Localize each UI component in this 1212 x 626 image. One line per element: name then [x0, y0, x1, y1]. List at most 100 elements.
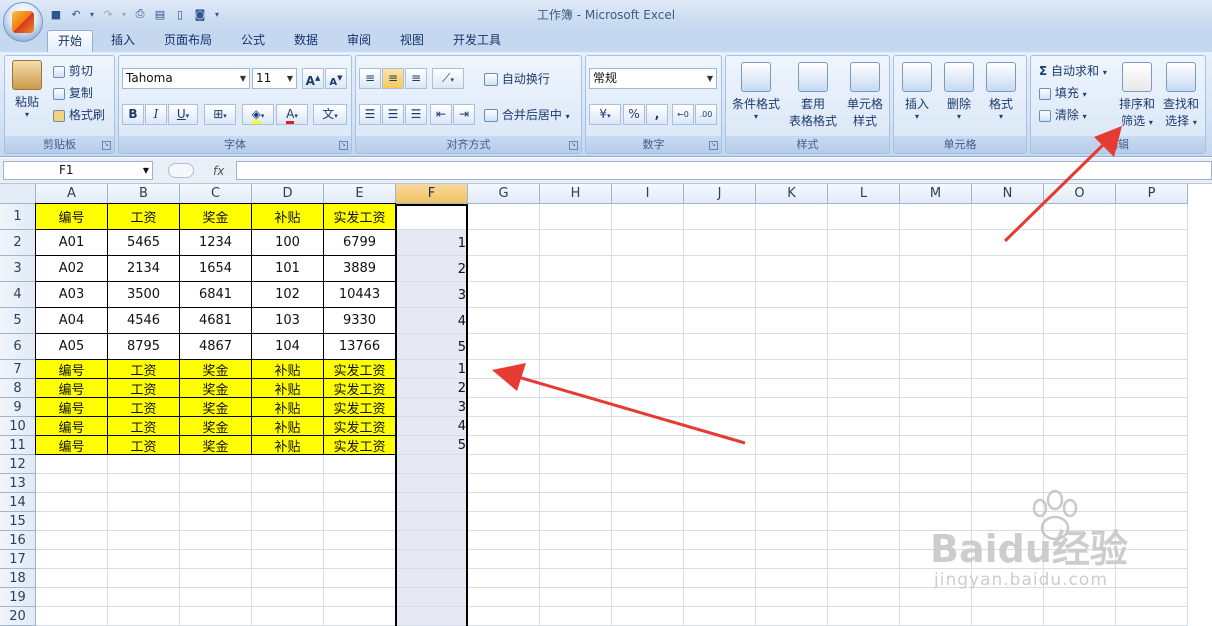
cell-d4[interactable]: 102	[252, 282, 324, 308]
find-select-button[interactable]: 查找和 选择 ▾	[1161, 62, 1201, 129]
cell-e2[interactable]: 6799	[324, 230, 396, 256]
expand-icon[interactable]	[167, 163, 194, 178]
row-header-6[interactable]: 6	[0, 334, 36, 360]
cell-d2[interactable]: 100	[252, 230, 324, 256]
cell-b2[interactable]: 5465	[108, 230, 180, 256]
increase-decimal-button[interactable]: ←0	[672, 104, 694, 125]
row-header-18[interactable]: 18	[0, 569, 36, 588]
decrease-indent-button[interactable]: ⇤	[430, 104, 452, 125]
delete-cells-button[interactable]: 删除 ▾	[940, 62, 978, 121]
cell-c5[interactable]: 4681	[180, 308, 252, 334]
row-header-4[interactable]: 4	[0, 282, 36, 308]
accounting-format-button[interactable]: ¥▾	[589, 104, 621, 125]
format-painter-button[interactable]: 格式刷	[53, 106, 105, 123]
cell-c3[interactable]: 1654	[180, 256, 252, 282]
cell-c9[interactable]: 奖金	[180, 398, 252, 417]
cell-d1[interactable]: 补贴	[252, 204, 324, 230]
tab-formulas[interactable]: 公式	[230, 30, 276, 52]
cell-a4[interactable]: A03	[36, 282, 108, 308]
cell-a10[interactable]: 编号	[36, 417, 108, 436]
grow-font-button[interactable]: A▲	[302, 68, 324, 89]
cell-b8[interactable]: 工资	[108, 379, 180, 398]
cell-b5[interactable]: 4546	[108, 308, 180, 334]
cell-e1[interactable]: 实发工资	[324, 204, 396, 230]
cell-a8[interactable]: 编号	[36, 379, 108, 398]
wrap-text-button[interactable]: 自动换行	[484, 70, 550, 87]
cell-d5[interactable]: 103	[252, 308, 324, 334]
column-header-c[interactable]: C	[180, 184, 252, 204]
row-header-3[interactable]: 3	[0, 256, 36, 282]
align-left-button[interactable]: ☰	[359, 104, 381, 125]
align-top-button[interactable]: ≡	[359, 68, 381, 89]
tab-insert[interactable]: 插入	[100, 30, 146, 52]
cell-e7[interactable]: 实发工资	[324, 360, 396, 379]
font-size-combo[interactable]: 11 ▼	[252, 68, 297, 89]
align-bottom-button[interactable]: ≡	[405, 68, 427, 89]
cell-c7[interactable]: 奖金	[180, 360, 252, 379]
clipboard-launcher-icon[interactable]: ↘	[102, 141, 111, 150]
cell-d7[interactable]: 补贴	[252, 360, 324, 379]
cell-b9[interactable]: 工资	[108, 398, 180, 417]
cell-d10[interactable]: 补贴	[252, 417, 324, 436]
cell-a1[interactable]: 编号	[36, 204, 108, 230]
cell-e8[interactable]: 实发工资	[324, 379, 396, 398]
format-as-table-button[interactable]: 套用 表格格式	[784, 62, 842, 129]
clear-button[interactable]: 清除 ▾	[1039, 106, 1087, 123]
conditional-formatting-button[interactable]: 条件格式 ▾	[730, 62, 782, 121]
row-header-11[interactable]: 11	[0, 436, 36, 455]
column-header-d[interactable]: D	[252, 184, 324, 204]
increase-indent-button[interactable]: ⇥	[453, 104, 475, 125]
align-middle-button[interactable]: ≡	[382, 68, 404, 89]
cell-c10[interactable]: 奖金	[180, 417, 252, 436]
row-header-7[interactable]: 7	[0, 360, 36, 379]
cell-b6[interactable]: 8795	[108, 334, 180, 360]
row-header-16[interactable]: 16	[0, 531, 36, 550]
format-cells-button[interactable]: 格式 ▾	[982, 62, 1020, 121]
cell-e9[interactable]: 实发工资	[324, 398, 396, 417]
phonetic-button[interactable]: 文▾	[313, 104, 347, 125]
cell-e6[interactable]: 13766	[324, 334, 396, 360]
cell-a11[interactable]: 编号	[36, 436, 108, 455]
autosum-button[interactable]: Σ 自动求和 ▾	[1039, 62, 1107, 79]
bold-button[interactable]: B	[122, 104, 144, 125]
row-header-5[interactable]: 5	[0, 308, 36, 334]
row-header-8[interactable]: 8	[0, 379, 36, 398]
cell-a5[interactable]: A04	[36, 308, 108, 334]
tab-view[interactable]: 视图	[389, 30, 435, 52]
column-header-j[interactable]: J	[684, 184, 756, 204]
cell-e11[interactable]: 实发工资	[324, 436, 396, 455]
cell-b11[interactable]: 工资	[108, 436, 180, 455]
cell-b1[interactable]: 工资	[108, 204, 180, 230]
align-center-button[interactable]: ☰	[382, 104, 404, 125]
paste-button[interactable]: 粘贴 ▾	[9, 60, 45, 119]
fill-button[interactable]: 填充 ▾	[1039, 84, 1087, 101]
font-color-button[interactable]: A▾	[276, 104, 308, 125]
row-header-20[interactable]: 20	[0, 607, 36, 626]
column-header-i[interactable]: I	[612, 184, 684, 204]
tab-home[interactable]: 开始	[47, 30, 93, 52]
row-header-15[interactable]: 15	[0, 512, 36, 531]
select-all-button[interactable]	[0, 184, 36, 204]
cell-d8[interactable]: 补贴	[252, 379, 324, 398]
column-header-n[interactable]: N	[972, 184, 1044, 204]
number-format-combo[interactable]: 常规 ▼	[589, 68, 717, 89]
cell-d3[interactable]: 101	[252, 256, 324, 282]
insert-cells-button[interactable]: 插入 ▾	[898, 62, 936, 121]
active-cell[interactable]	[397, 206, 466, 229]
row-header-13[interactable]: 13	[0, 474, 36, 493]
column-header-k[interactable]: K	[756, 184, 828, 204]
cell-styles-button[interactable]: 单元格 样式	[842, 62, 888, 129]
row-header-9[interactable]: 9	[0, 398, 36, 417]
cell-b7[interactable]: 工资	[108, 360, 180, 379]
cell-a7[interactable]: 编号	[36, 360, 108, 379]
tab-review[interactable]: 审阅	[336, 30, 382, 52]
cut-button[interactable]: 剪切	[53, 62, 93, 79]
copy-button[interactable]: 复制	[53, 84, 93, 101]
tab-data[interactable]: 数据	[283, 30, 329, 52]
office-button[interactable]	[3, 2, 43, 42]
underline-button[interactable]: U▾	[168, 104, 198, 125]
cell-a9[interactable]: 编号	[36, 398, 108, 417]
column-header-p[interactable]: P	[1116, 184, 1188, 204]
column-header-o[interactable]: O	[1044, 184, 1116, 204]
italic-button[interactable]: I	[145, 104, 167, 125]
